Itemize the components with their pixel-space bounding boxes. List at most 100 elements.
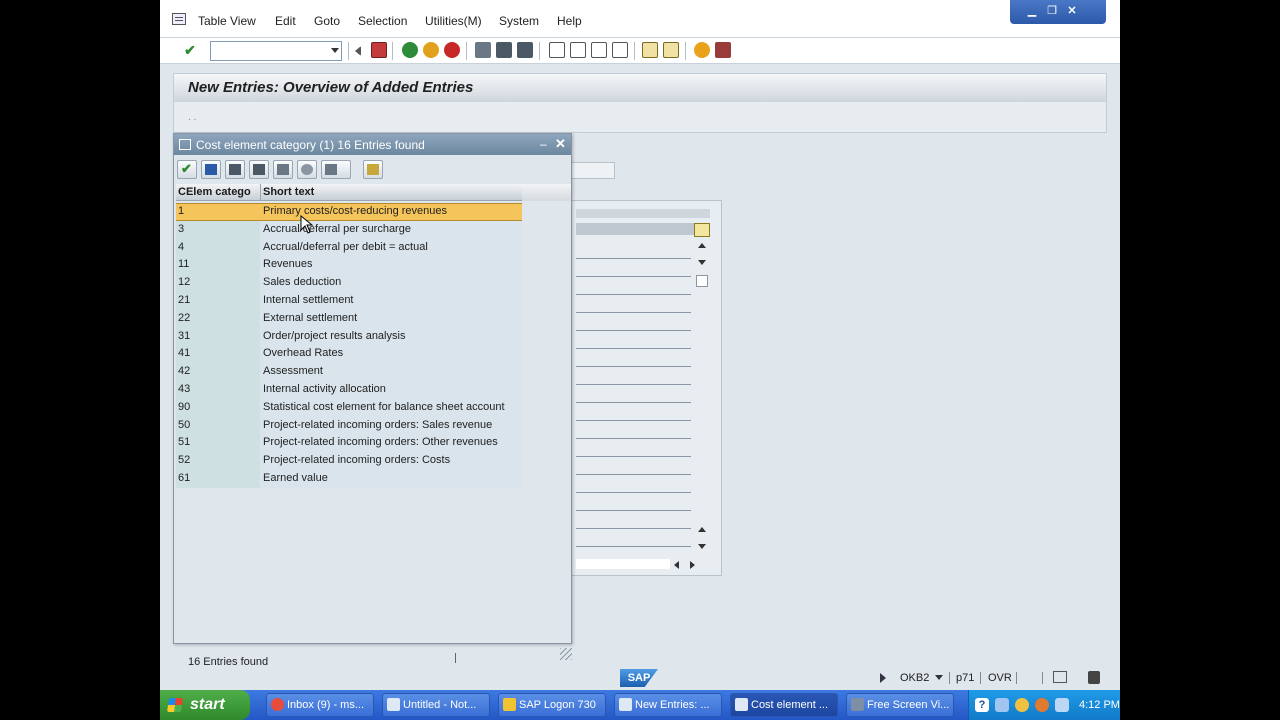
scroll-up-icon[interactable] [698,243,706,248]
menu-utilities[interactable]: Utilities(M) [425,14,482,28]
category-code[interactable]: 61 [176,469,260,488]
scroll-left-icon[interactable] [674,561,679,569]
table-row[interactable]: 90 Statistical cost element for balance … [176,398,522,417]
category-text[interactable]: Order/project results analysis [260,327,522,346]
table-row[interactable]: 12 Sales deduction [176,274,522,292]
volume-icon[interactable] [1055,698,1069,712]
find-next-button[interactable] [249,160,269,179]
print-icon[interactable] [475,42,491,58]
sort-button[interactable] [273,160,293,179]
taskbar-item-sap-logon[interactable]: SAP Logon 730 [498,693,606,717]
table-row[interactable]: 31 Order/project results analysis [176,327,522,346]
category-text[interactable]: Statistical cost element for balance she… [260,398,522,417]
table-row[interactable]: 21 Internal settlement [176,291,522,310]
cancel-button[interactable] [201,160,221,179]
category-code[interactable]: 12 [176,274,260,292]
category-code[interactable]: 51 [176,434,260,453]
help-icon[interactable] [694,42,710,58]
table-row[interactable]: 42 Assessment [176,363,522,381]
menu-system[interactable]: System [499,14,539,28]
category-text[interactable]: Internal settlement [260,291,522,310]
expand-status-icon[interactable] [880,673,886,683]
insert-mode[interactable]: OVR [988,672,1012,684]
find-button[interactable] [225,160,245,179]
category-text[interactable]: External settlement [260,309,522,328]
category-code[interactable]: 42 [176,363,260,381]
close-icon[interactable]: ✕ [1064,4,1080,18]
chevron-down-icon[interactable] [331,48,339,53]
personalize-button[interactable] [363,160,383,179]
category-text[interactable]: Overhead Rates [260,345,522,364]
taskbar-item-inbox[interactable]: Inbox (9) - ms... [266,693,374,717]
category-code[interactable]: 52 [176,452,260,470]
next-page-icon[interactable] [591,42,607,58]
help-button[interactable] [297,160,317,179]
find-next-icon[interactable] [517,42,533,58]
taskbar-item-cost-element[interactable]: Cost element ... [730,693,838,717]
menu-edit[interactable]: Edit [275,14,296,28]
first-page-icon[interactable] [549,42,565,58]
category-text[interactable]: Revenues [260,256,522,275]
menu-help[interactable]: Help [557,14,582,28]
category-code[interactable]: 50 [176,416,260,435]
column-settings-icon[interactable] [694,223,710,237]
scroll-up-icon[interactable] [698,527,706,532]
menu-selection[interactable]: Selection [358,14,407,28]
category-code[interactable]: 31 [176,327,260,346]
category-text[interactable]: Internal activity allocation [260,380,522,399]
restore-icon[interactable]: ❐ [1044,4,1060,18]
menu-table-view[interactable]: Table View [198,14,256,28]
table-row[interactable]: 1 Primary costs/cost-reducing revenues [176,203,522,221]
category-text[interactable]: Earned value [260,469,522,488]
back-small-icon[interactable] [353,46,361,56]
close-icon[interactable]: ✕ [555,136,566,152]
taskbar-item-notepad[interactable]: Untitled - Not... [382,693,490,717]
scroll-down-icon[interactable] [698,260,706,265]
dialog-title-bar[interactable]: Cost element category (1) 16 Entries fou… [174,134,571,155]
category-code[interactable]: 4 [176,238,260,257]
resize-grip-icon[interactable] [560,648,572,660]
taskbar-item-new-entries[interactable]: New Entries: ... [614,693,722,717]
background-vertical-scrollbar[interactable] [694,241,710,549]
table-row[interactable]: 4 Accrual/deferral per debit = actual [176,238,522,257]
table-row[interactable]: 43 Internal activity allocation [176,380,522,399]
column-header-category[interactable]: CElem catego [178,186,251,198]
table-row[interactable]: 50 Project-related incoming orders: Sale… [176,416,522,435]
save-icon[interactable] [371,42,387,58]
category-code[interactable]: 1 [176,203,260,221]
recorder-tray-icon[interactable] [1015,698,1029,712]
scroll-right-icon[interactable] [690,561,695,569]
background-horizontal-scrollbar[interactable] [576,559,670,569]
category-code[interactable]: 43 [176,380,260,399]
connection-icon[interactable] [1053,671,1067,683]
enter-check-icon[interactable]: ✔ [182,42,198,58]
category-code[interactable]: 21 [176,291,260,310]
scroll-thumb[interactable] [696,275,708,287]
find-icon[interactable] [496,42,512,58]
category-text[interactable]: Project-related incoming orders: Other r… [260,434,522,453]
create-shortcut-icon[interactable] [663,42,679,58]
previous-page-icon[interactable] [570,42,586,58]
table-row[interactable]: 51 Project-related incoming orders: Othe… [176,434,522,453]
table-row[interactable]: 3 Accrual/deferral per surcharge [176,220,522,239]
menu-goto[interactable]: Goto [314,14,340,28]
command-input[interactable] [211,42,325,60]
minimize-icon[interactable]: ▁ [1024,4,1040,18]
table-row[interactable]: 11 Revenues [176,256,522,275]
table-row[interactable]: 61 Earned value [176,469,522,488]
category-code[interactable]: 11 [176,256,260,275]
scroll-down-icon[interactable] [698,544,706,549]
category-text[interactable]: Project-related incoming orders: Costs [260,452,522,470]
category-text[interactable]: Accrual/deferral per debit = actual [260,238,522,257]
help-icon[interactable]: ? [975,698,989,712]
settings-tray-icon[interactable] [1035,698,1049,712]
minimize-icon[interactable]: ‒ [540,137,547,151]
create-session-icon[interactable] [642,42,658,58]
cancel-icon[interactable] [444,42,460,58]
column-header-short-text[interactable]: Short text [263,186,314,198]
table-row[interactable]: 22 External settlement [176,309,522,328]
exit-icon[interactable] [423,42,439,58]
category-text[interactable]: Assessment [260,363,522,381]
chevron-down-icon[interactable] [935,675,943,680]
table-row[interactable]: 52 Project-related incoming orders: Cost… [176,452,522,470]
